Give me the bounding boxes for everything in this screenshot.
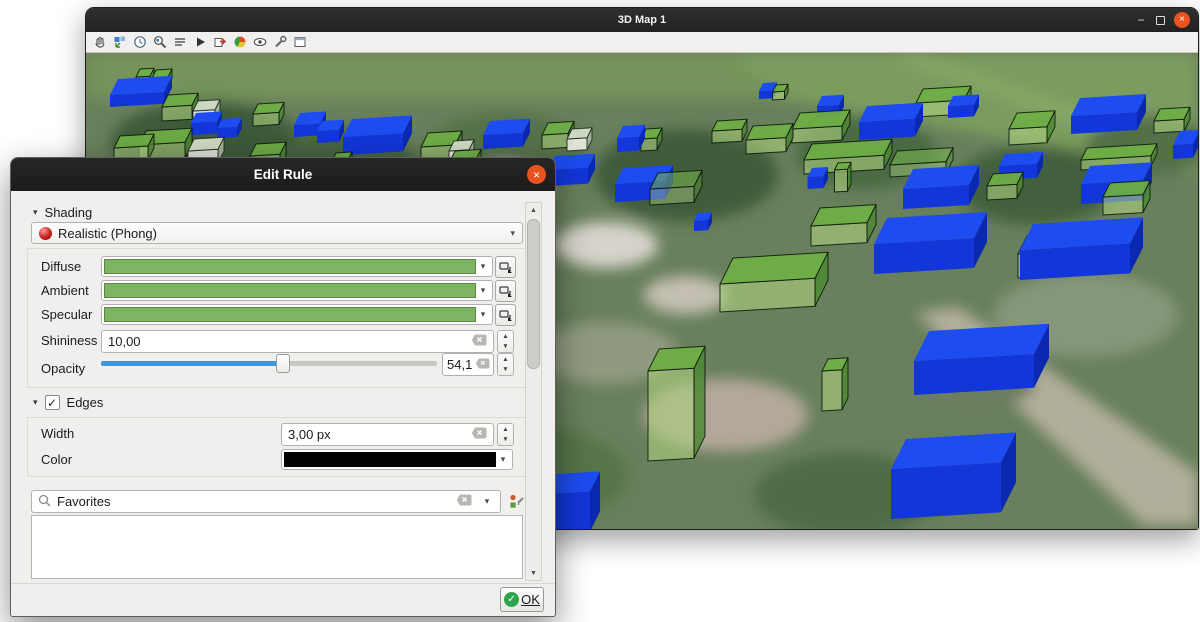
spin-down-icon[interactable]: ▼ — [498, 365, 513, 376]
pan-camera-icon[interactable] — [91, 34, 108, 51]
shininess-label: Shininess — [41, 333, 97, 348]
edge-color-button[interactable]: ▾ — [281, 449, 513, 470]
ambient-override-button[interactable] — [495, 280, 516, 302]
scroll-down-icon[interactable]: ▼ — [526, 566, 541, 580]
dropdown-arrow-icon[interactable]: ▾ — [476, 283, 490, 298]
shading-section-label: Shading — [45, 205, 93, 220]
opacity-slider[interactable] — [101, 361, 437, 366]
diffuse-override-button[interactable] — [495, 256, 516, 278]
clear-icon[interactable] — [471, 334, 487, 349]
edge-width-input[interactable]: 3,00 px — [281, 423, 494, 446]
diffuse-label: Diffuse — [41, 259, 81, 274]
spin-up-icon[interactable]: ▲ — [498, 354, 513, 365]
specular-label: Specular — [41, 307, 92, 322]
button-separator — [11, 583, 555, 584]
edge-width-value: 3,00 px — [288, 427, 331, 442]
dialog-title: Edit Rule — [254, 167, 313, 182]
dock-panel-icon[interactable] — [291, 34, 308, 51]
minimize-button[interactable]: − — [1135, 15, 1147, 25]
dialog-scrollbar[interactable]: ▲ ▼ — [525, 202, 542, 581]
window-controls: − × — [1135, 8, 1190, 32]
dropdown-arrow-icon[interactable]: ▾ — [480, 496, 494, 507]
dialog-body: ▾ Shading Realistic (Phong) ▾ Diffuse ▾ … — [11, 191, 555, 616]
diffuse-color-button[interactable]: ▾ — [101, 256, 493, 277]
edges-section-label: Edges — [67, 395, 104, 410]
export-scene-icon[interactable] — [211, 34, 228, 51]
edges-checkbox[interactable]: ✓ — [45, 395, 60, 410]
edit-rule-dialog: Edit Rule × ▾ Shading Realistic (Phong) … — [10, 157, 556, 617]
edge-width-spinner[interactable]: ▲ ▼ — [497, 423, 514, 446]
shading-section-header[interactable]: ▾ Shading — [33, 205, 92, 220]
map-window-titlebar[interactable]: 3D Map 1 − × — [86, 8, 1198, 32]
width-label: Width — [41, 426, 74, 441]
specular-color-button[interactable]: ▾ — [101, 304, 493, 325]
diffuse-color-swatch — [104, 259, 476, 274]
edge-color-swatch — [284, 452, 496, 467]
close-button[interactable]: × — [1174, 12, 1190, 28]
map-window-title: 3D Map 1 — [618, 14, 666, 26]
symbols-list[interactable] — [31, 515, 523, 579]
configure-wrench-icon[interactable] — [271, 34, 288, 51]
opacity-slider-handle[interactable] — [276, 354, 290, 373]
collapse-arrow-icon[interactable]: ▾ — [33, 397, 38, 408]
shininess-value: 10,00 — [108, 334, 141, 349]
style-manager-button[interactable] — [507, 492, 526, 511]
dropdown-arrow-icon[interactable]: ▾ — [476, 307, 490, 322]
ok-button[interactable]: ✓ OK — [500, 587, 544, 612]
opacity-value-box[interactable]: 54,1 — [442, 353, 494, 376]
spin-down-icon[interactable]: ▼ — [498, 342, 513, 353]
dropdown-arrow-icon: ▾ — [510, 228, 515, 239]
ok-button-label: OK — [521, 592, 540, 607]
play-animation-icon[interactable] — [191, 34, 208, 51]
shading-type-combobox[interactable]: Realistic (Phong) ▾ — [31, 222, 523, 244]
scroll-up-icon[interactable]: ▲ — [526, 203, 541, 217]
animation-clock-icon[interactable] — [131, 34, 148, 51]
ambient-color-swatch — [104, 283, 476, 298]
shading-sphere-icon[interactable] — [231, 34, 248, 51]
ok-check-icon: ✓ — [504, 592, 519, 607]
opacity-row: 54,1 ▲ ▼ — [11, 352, 555, 376]
camera-control-icon[interactable] — [111, 34, 128, 51]
collapse-arrow-icon[interactable]: ▾ — [33, 207, 38, 218]
measure-line-icon[interactable] — [171, 34, 188, 51]
opacity-slider-fill — [101, 361, 283, 366]
favorites-filter-value: Favorites — [57, 494, 110, 509]
edges-section-header[interactable]: ▾ ✓ Edges — [33, 395, 103, 410]
dropdown-arrow-icon[interactable]: ▾ — [476, 259, 490, 274]
spin-down-icon[interactable]: ▼ — [498, 435, 513, 446]
phong-sphere-icon — [39, 227, 52, 240]
identify-tool-icon[interactable] — [151, 34, 168, 51]
clear-icon[interactable] — [456, 494, 472, 509]
opacity-spinner[interactable]: ▲ ▼ — [497, 353, 514, 376]
dialog-close-button[interactable]: × — [527, 165, 546, 184]
shading-type-value: Realistic (Phong) — [58, 226, 157, 241]
shininess-spinner[interactable]: ▲ ▼ — [497, 330, 514, 353]
search-icon — [38, 494, 51, 510]
clear-icon[interactable] — [475, 357, 490, 372]
specular-color-swatch — [104, 307, 476, 322]
clear-icon[interactable] — [471, 427, 487, 442]
scrollbar-thumb[interactable] — [527, 219, 540, 369]
spin-up-icon[interactable]: ▲ — [498, 331, 513, 342]
ambient-label: Ambient — [41, 283, 89, 298]
favorites-search-box[interactable]: Favorites ▾ — [31, 490, 501, 513]
opacity-value: 54,1 — [447, 357, 472, 372]
dropdown-arrow-icon[interactable]: ▾ — [496, 452, 510, 467]
ambient-color-button[interactable]: ▾ — [101, 280, 493, 301]
spin-up-icon[interactable]: ▲ — [498, 424, 513, 435]
map-toolbar — [86, 32, 1198, 53]
specular-override-button[interactable] — [495, 304, 516, 326]
shininess-input[interactable]: 10,00 — [101, 330, 494, 353]
edge-color-label: Color — [41, 452, 72, 467]
maximize-button[interactable] — [1156, 16, 1165, 25]
dialog-titlebar[interactable]: Edit Rule × — [11, 158, 555, 191]
eye-visibility-icon[interactable] — [251, 34, 268, 51]
